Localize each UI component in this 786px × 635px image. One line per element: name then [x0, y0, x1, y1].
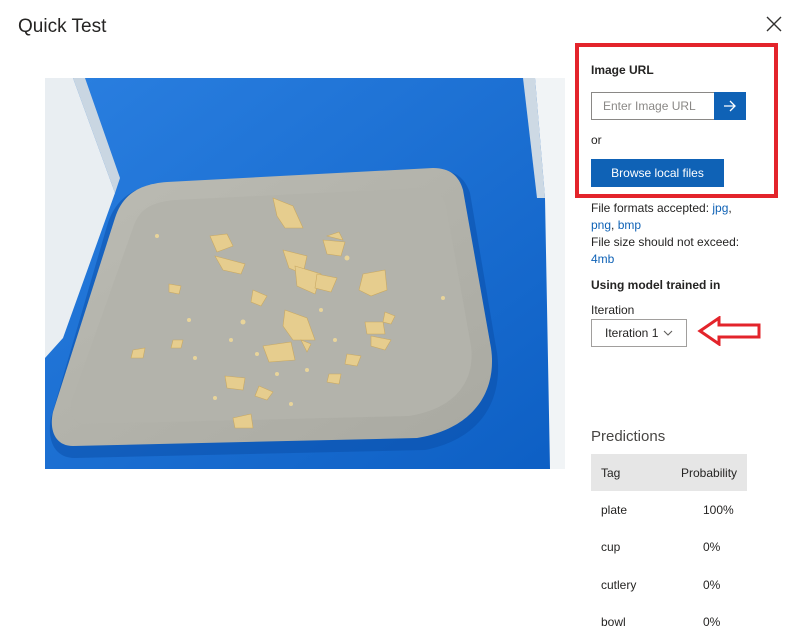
format-link-jpg[interactable]: jpg [712, 201, 728, 215]
tag-cell: cutlery [601, 578, 637, 592]
or-separator: or [591, 133, 602, 147]
close-button[interactable] [764, 14, 784, 34]
probability-cell: 0% [703, 540, 721, 554]
formats-prefix: File formats accepted: [591, 201, 713, 215]
model-heading: Using model trained in [591, 278, 721, 292]
test-image-preview [45, 78, 565, 469]
iteration-dropdown[interactable]: Iteration 1 [591, 319, 687, 347]
table-row: plate 100% [591, 491, 747, 528]
probability-cell: 0% [703, 615, 721, 629]
tag-cell: plate [601, 503, 628, 517]
test-image [45, 78, 565, 469]
annotation-arrow-icon [697, 316, 761, 346]
column-header-tag: Tag [601, 466, 621, 480]
chevron-down-icon [663, 330, 673, 336]
submit-url-button[interactable] [714, 92, 746, 120]
image-url-label: Image URL [591, 63, 654, 77]
page-title: Quick Test [18, 16, 107, 37]
table-row: bowl 0% [591, 603, 747, 635]
tag-cell: bowl [601, 615, 626, 629]
iteration-value: Iteration 1 [605, 326, 659, 340]
close-icon [766, 16, 782, 32]
format-link-png[interactable]: png [591, 218, 611, 232]
tag-cell: cup [601, 540, 621, 554]
predictions-title: Predictions [591, 428, 666, 445]
table-row: cup 0% [591, 528, 747, 565]
size-limit-link[interactable]: 4mb [591, 252, 614, 266]
browse-local-files-button[interactable]: Browse local files [591, 159, 724, 187]
predictions-table-header: Tag Probability [591, 454, 747, 491]
iteration-label: Iteration [591, 303, 635, 317]
size-prefix: File size should not exceed: [591, 235, 740, 249]
format-link-bmp[interactable]: bmp [618, 218, 641, 232]
probability-cell: 100% [703, 503, 734, 517]
arrow-right-icon [724, 100, 736, 112]
probability-cell: 0% [703, 578, 721, 592]
column-header-probability: Probability [681, 466, 738, 480]
file-requirements: File formats accepted: jpg, png, bmp Fil… [591, 201, 740, 266]
table-row: cutlery 0% [591, 566, 747, 603]
image-url-input[interactable] [591, 92, 714, 120]
